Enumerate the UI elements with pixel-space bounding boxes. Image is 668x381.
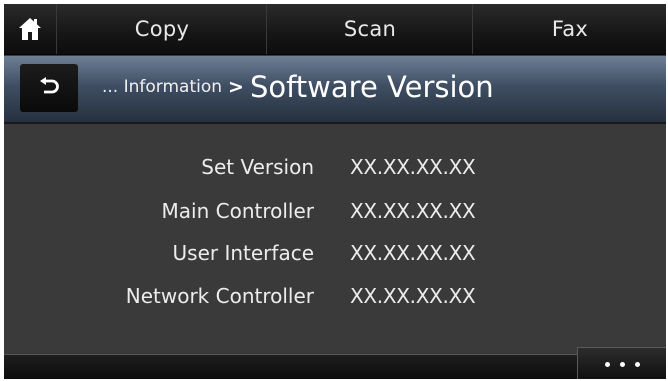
version-value: XX.XX.XX.XX	[350, 155, 476, 179]
top-tab-bar: Copy Scan Fax	[4, 4, 666, 55]
version-label: Network Controller	[125, 284, 314, 308]
breadcrumb: ... Information > Software Version	[102, 56, 494, 118]
tab-scan[interactable]: Scan	[266, 4, 473, 54]
version-value: XX.XX.XX.XX	[350, 284, 476, 308]
title-bar: ... Information > Software Version	[4, 56, 666, 124]
breadcrumb-parent[interactable]: ... Information	[102, 77, 222, 97]
version-label: User Interface	[172, 241, 314, 265]
version-row-user-interface: User Interface XX.XX.XX.XX	[4, 238, 666, 268]
bottom-bar	[4, 347, 666, 379]
tab-copy[interactable]: Copy	[56, 4, 267, 54]
more-dots-icon	[604, 362, 640, 367]
back-button[interactable]	[20, 64, 78, 112]
tab-fax[interactable]: Fax	[472, 4, 666, 54]
version-list: Set Version XX.XX.XX.XX Main Controller …	[4, 124, 666, 349]
version-row-network-controller: Network Controller XX.XX.XX.XX	[4, 281, 666, 311]
more-button[interactable]	[577, 347, 666, 379]
version-row-set: Set Version XX.XX.XX.XX	[4, 152, 666, 182]
home-icon	[19, 18, 41, 40]
version-value: XX.XX.XX.XX	[350, 241, 476, 265]
home-button[interactable]	[4, 4, 56, 54]
page-title: Software Version	[249, 70, 494, 104]
back-arrow-icon	[40, 77, 59, 94]
version-row-main-controller: Main Controller XX.XX.XX.XX	[4, 196, 666, 226]
printer-screen: Copy Scan Fax ... Information > Software…	[4, 4, 666, 379]
version-label: Set Version	[201, 155, 314, 179]
version-label: Main Controller	[161, 199, 314, 223]
version-value: XX.XX.XX.XX	[350, 199, 476, 223]
breadcrumb-separator: >	[228, 76, 244, 98]
